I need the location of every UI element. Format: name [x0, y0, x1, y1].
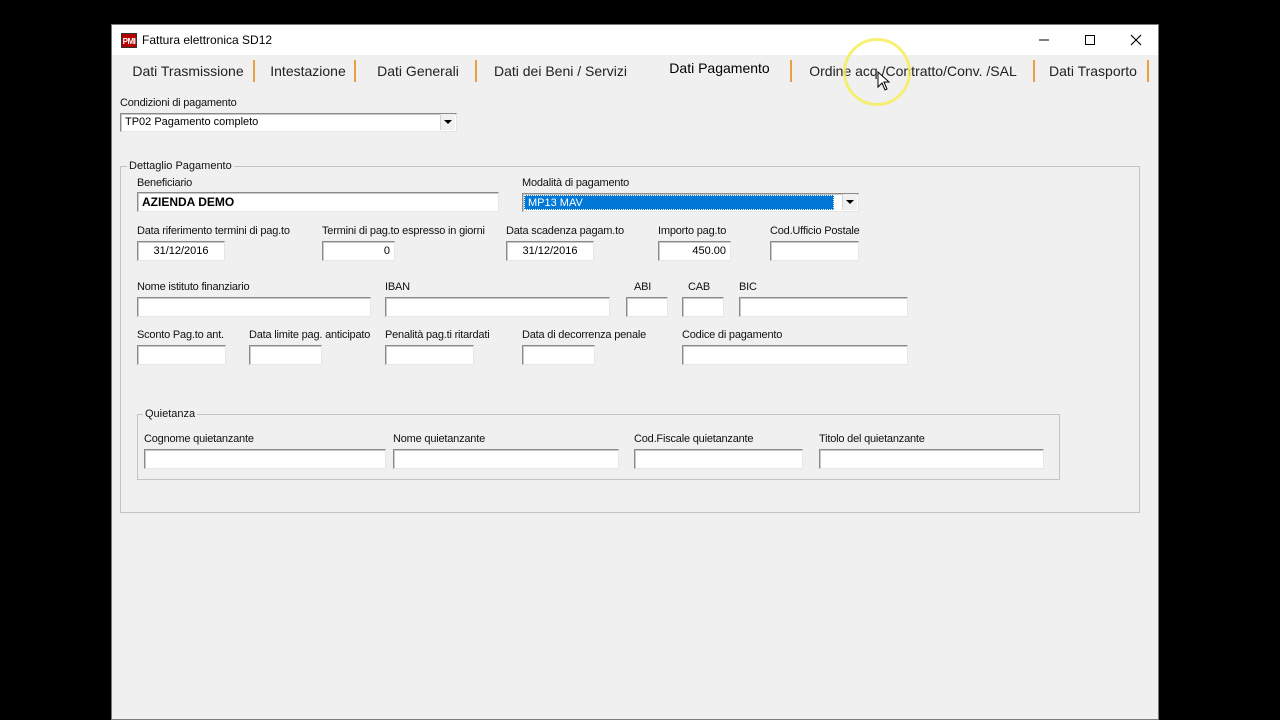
cab-input[interactable] [682, 297, 724, 317]
data-scadenza-label: Data scadenza pagam.to [506, 225, 624, 237]
tab-separator [354, 60, 356, 82]
beneficiario-label: Beneficiario [137, 177, 193, 189]
title-bar[interactable]: PMI Fattura elettronica SD12 [112, 25, 1158, 55]
data-decorrenza-label: Data di decorrenza penale [522, 329, 647, 341]
tab-ordine-acquisto[interactable]: Ordine acq./Contratto/Conv. /SAL [794, 58, 1032, 84]
penalita-label: Penalità pag.ti ritardati [385, 329, 490, 341]
importo-label: Importo pag.to [658, 225, 727, 237]
minimize-icon [1039, 39, 1049, 41]
codice-pagamento-label: Codice di pagamento [682, 329, 783, 341]
cab-label: CAB [688, 281, 711, 293]
tab-separator [790, 60, 792, 82]
chevron-down-icon [444, 120, 452, 124]
importo-input[interactable]: 450.00 [658, 241, 731, 261]
data-limite-label: Data limite pag. anticipato [249, 329, 371, 341]
tab-intestazione[interactable]: Intestazione [257, 58, 359, 84]
data-limite-input[interactable] [249, 345, 322, 365]
quietanza-legend: Quietanza [143, 408, 198, 420]
window-title: Fattura elettronica SD12 [142, 33, 273, 47]
mouse-pointer-icon [877, 71, 891, 91]
tab-dati-trasmissione[interactable]: Dati Trasmissione [124, 58, 252, 84]
sconto-label: Sconto Pag.to ant. [137, 329, 224, 341]
tab-dati-beni-servizi[interactable]: Dati dei Beni / Servizi [479, 58, 642, 84]
nome-istituto-label: Nome istituto finanziario [137, 281, 250, 293]
maximize-icon [1085, 35, 1095, 45]
tab-strip: Dati Trasmissione Intestazione Dati Gene… [112, 55, 1158, 86]
bic-label: BIC [739, 281, 757, 293]
beneficiario-input[interactable]: AZIENDA DEMO [137, 192, 499, 212]
close-button[interactable] [1113, 25, 1158, 55]
app-window: PMI Fattura elettronica SD12 Dati Trasmi… [111, 24, 1159, 720]
condizioni-dropdown-button[interactable] [440, 114, 455, 130]
nome-istituto-input[interactable] [137, 297, 371, 317]
condizioni-label: Condizioni di pagamento [120, 97, 237, 109]
tab-dati-trasporto[interactable]: Dati Trasporto [1037, 58, 1149, 84]
titolo-quietanzante-label: Titolo del quietanzante [819, 433, 925, 445]
titolo-quietanzante-input[interactable] [819, 449, 1044, 469]
abi-label: ABI [634, 281, 652, 293]
termini-label: Termini di pag.to espresso in giorni [322, 225, 485, 237]
tab-separator [253, 60, 255, 82]
modalita-value: MP13 MAV [524, 195, 834, 210]
chevron-down-icon [846, 200, 854, 204]
data-riferimento-label: Data riferimento termini di pag.to [137, 225, 290, 237]
tab-dati-generali[interactable]: Dati Generali [358, 58, 478, 84]
dettaglio-pagamento-legend: Dettaglio Pagamento [127, 160, 234, 172]
tab-separator [1033, 60, 1035, 82]
modalita-dropdown-button[interactable] [842, 194, 857, 210]
codice-pagamento-input[interactable] [682, 345, 908, 365]
quietanza-group [137, 414, 1060, 480]
maximize-button[interactable] [1067, 25, 1113, 55]
data-scadenza-input[interactable]: 31/12/2016 [506, 241, 594, 261]
minimize-button[interactable] [1021, 25, 1067, 55]
cod-ufficio-input[interactable] [770, 241, 859, 261]
data-decorrenza-input[interactable] [522, 345, 595, 365]
tab-separator [1147, 60, 1149, 82]
nome-quietanzante-label: Nome quietanzante [393, 433, 485, 445]
sconto-input[interactable] [137, 345, 226, 365]
termini-input[interactable]: 0 [322, 241, 395, 261]
bic-input[interactable] [739, 297, 908, 317]
data-riferimento-input[interactable]: 31/12/2016 [137, 241, 225, 261]
app-logo-icon: PMI [121, 33, 137, 48]
abi-input[interactable] [626, 297, 668, 317]
modalita-select[interactable]: MP13 MAV [522, 193, 859, 212]
cognome-quietanzante-input[interactable] [144, 449, 386, 469]
cognome-quietanzante-label: Cognome quietanzante [144, 433, 254, 445]
close-icon [1130, 34, 1142, 46]
condizioni-value: TP02 Pagamento completo [125, 116, 259, 128]
cod-fiscale-quietanzante-input[interactable] [634, 449, 803, 469]
iban-label: IBAN [385, 281, 410, 293]
tab-separator [475, 60, 477, 82]
condizioni-select[interactable]: TP02 Pagamento completo [120, 113, 457, 132]
cod-ufficio-label: Cod.Ufficio Postale [770, 225, 860, 237]
iban-input[interactable] [385, 297, 610, 317]
modalita-label: Modalità di pagamento [522, 177, 630, 189]
cod-fiscale-quietanzante-label: Cod.Fiscale quietanzante [634, 433, 754, 445]
nome-quietanzante-input[interactable] [393, 449, 619, 469]
tab-dati-pagamento[interactable]: Dati Pagamento [643, 55, 796, 86]
penalita-input[interactable] [385, 345, 474, 365]
